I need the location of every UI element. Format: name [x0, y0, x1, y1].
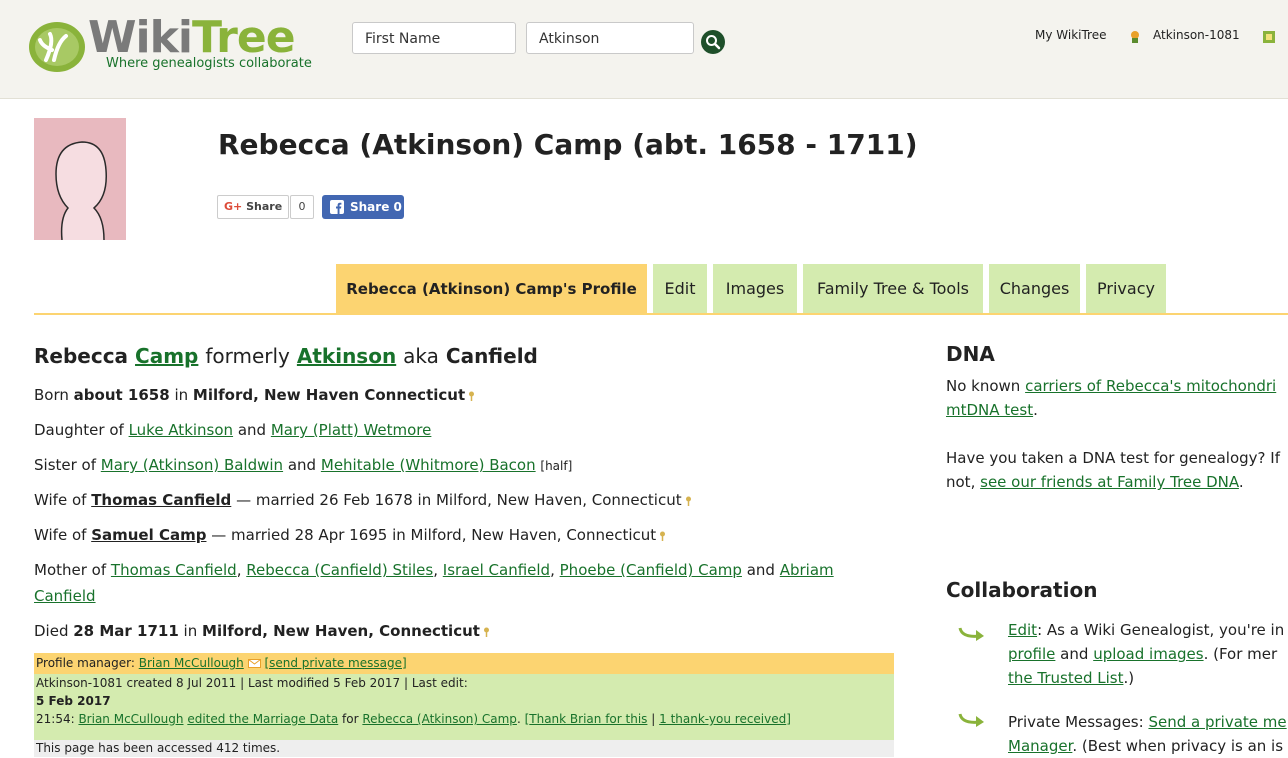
collab-edit-line-1: Edit: As a Wiki Genealogist, you're in: [1008, 621, 1285, 639]
spouse-link[interactable]: Thomas Canfield: [91, 491, 231, 509]
manager-link[interactable]: Brian McCullough: [139, 656, 244, 670]
arrow-icon: [958, 627, 984, 641]
my-wikitree-link[interactable]: My WikiTree: [1035, 28, 1107, 42]
profile-link[interactable]: Rebecca (Atkinson) Camp: [362, 712, 517, 726]
arrow-icon: [958, 713, 984, 727]
send-private-message-link[interactable]: Send a private me: [1148, 713, 1286, 731]
collab-edit-line-3: the Trusted List.): [1008, 669, 1135, 687]
child-link[interactable]: Phoebe (Canfield) Camp: [560, 561, 742, 579]
child-link[interactable]: Israel Canfield: [443, 561, 550, 579]
created-line: Atkinson-1081 created 8 Jul 2011 | Last …: [36, 676, 468, 690]
google-plus-share-button[interactable]: G+ Share: [217, 195, 290, 219]
trusted-list-link[interactable]: the Trusted List: [1008, 669, 1123, 687]
collab-pm-line-1: Private Messages: Send a private me: [1008, 713, 1287, 731]
last-edit-date: 5 Feb 2017: [36, 694, 111, 708]
dna-heading: DNA: [946, 342, 995, 366]
tab-underline: [34, 313, 1288, 315]
mother-link[interactable]: Mary (Platt) Wetmore: [271, 421, 432, 439]
children-row: Mother of Thomas Canfield, Rebecca (Canf…: [34, 561, 834, 579]
envelope-icon[interactable]: [247, 659, 261, 668]
edit-history: Atkinson-1081 created 8 Jul 2011 | Last …: [34, 674, 894, 740]
died-row: Died 28 Mar 1711 in Milford, New Haven, …: [34, 620, 490, 642]
surname-camp-link[interactable]: Camp: [135, 344, 198, 368]
spouse-row: Wife of Thomas Canfield — married 26 Feb…: [34, 489, 692, 511]
google-plus-count: 0: [290, 195, 314, 219]
tab-privacy[interactable]: Privacy: [1086, 264, 1166, 314]
page-title: Rebecca (Atkinson) Camp (abt. 1658 - 171…: [218, 128, 918, 161]
child-link[interactable]: Thomas Canfield: [111, 561, 237, 579]
profile-manager-bar: Profile manager: Brian McCullough [send …: [34, 653, 894, 674]
child-link[interactable]: Abriam: [780, 561, 834, 579]
logo-tagline: Where genealogists collaborate: [106, 56, 312, 71]
father-link[interactable]: Luke Atkinson: [129, 421, 234, 439]
access-count: This page has been accessed 412 times.: [34, 740, 894, 757]
user-id-link[interactable]: Atkinson-1081: [1153, 28, 1240, 42]
search-button[interactable]: [701, 30, 725, 54]
first-name-input[interactable]: First Name: [352, 22, 516, 54]
born-row: Born about 1658 in Milford, New Haven Co…: [34, 384, 475, 406]
dna-line-3: Have you taken a DNA test for genealogy?…: [946, 449, 1280, 467]
tree-logo-icon: [29, 22, 85, 72]
map-pin-icon[interactable]: [685, 496, 692, 506]
site-header: WikiTree Where genealogists collaborate …: [0, 0, 1288, 99]
full-name-heading: Rebecca Camp formerly Atkinson aka Canfi…: [34, 344, 538, 368]
collab-pm-line-2: Manager. (Best when privacy is an is: [1008, 737, 1284, 755]
biography-section: Rebecca Camp formerly Atkinson aka Canfi…: [34, 342, 894, 640]
child-link[interactable]: Canfield: [34, 587, 96, 605]
dna-line-4: not, see our friends at Family Tree DNA.: [946, 473, 1244, 491]
sibling-link[interactable]: Mehitable (Whitmore) Bacon: [321, 456, 536, 474]
map-pin-icon[interactable]: [659, 531, 666, 541]
edit-detail-link[interactable]: edited the Marriage Data: [187, 712, 338, 726]
child-link[interactable]: Rebecca (Canfield) Stiles: [246, 561, 433, 579]
thank-link[interactable]: [Thank Brian for this: [525, 712, 648, 726]
family-tree-dna-link[interactable]: see our friends at Family Tree DNA: [980, 473, 1239, 491]
mitochondrial-carriers-link[interactable]: carriers of Rebecca's mitochondri: [1025, 377, 1276, 395]
spouse-link[interactable]: Samuel Camp: [91, 526, 206, 544]
google-plus-icon: G+: [224, 200, 243, 213]
edit-link[interactable]: Edit: [1008, 621, 1037, 639]
spouse-row: Wife of Samuel Camp — married 28 Apr 169…: [34, 524, 666, 546]
mtdna-test-link[interactable]: mtDNA test: [946, 401, 1033, 419]
manager-link[interactable]: Manager: [1008, 737, 1072, 755]
wikitree-logo[interactable]: WikiTree Where genealogists collaborate: [28, 12, 348, 78]
profile-photo-placeholder: [34, 118, 126, 240]
sister-row: Sister of Mary (Atkinson) Baldwin and Me…: [34, 456, 573, 474]
tab-images[interactable]: Images: [713, 264, 797, 314]
map-pin-icon[interactable]: [483, 627, 490, 637]
map-pin-icon[interactable]: [468, 391, 475, 401]
collab-edit-line-2: profile and upload images. (For mer: [1008, 645, 1278, 663]
search-icon: [706, 35, 721, 50]
tab-changes[interactable]: Changes: [989, 264, 1080, 314]
facebook-share-button[interactable]: Share 0: [322, 195, 404, 219]
dna-line-1: No known carriers of Rebecca's mitochond…: [946, 377, 1277, 395]
sibling-link[interactable]: Mary (Atkinson) Baldwin: [101, 456, 283, 474]
user-menu-icon[interactable]: [1262, 30, 1276, 44]
upload-images-link[interactable]: upload images: [1093, 645, 1203, 663]
edit-profile-link[interactable]: profile: [1008, 645, 1055, 663]
tab-profile[interactable]: Rebecca (Atkinson) Camp's Profile: [336, 264, 647, 314]
last-name-input[interactable]: Atkinson: [526, 22, 694, 54]
dna-line-2: mtDNA test.: [946, 401, 1038, 419]
facebook-icon: [330, 200, 344, 214]
children-row-cont: Canfield: [34, 585, 96, 607]
editor-link[interactable]: Brian McCullough: [78, 712, 183, 726]
silhouette-icon: [55, 141, 107, 240]
my-wikitree-icon[interactable]: [1128, 30, 1142, 44]
send-private-message-link[interactable]: [send private message]: [264, 656, 406, 670]
last-edit-line: 21:54: Brian McCullough edited the Marri…: [36, 712, 791, 726]
thank-count-link[interactable]: 1 thank-you received]: [659, 712, 791, 726]
tab-edit[interactable]: Edit: [653, 264, 707, 314]
surname-atkinson-link[interactable]: Atkinson: [297, 344, 396, 368]
daughter-row: Daughter of Luke Atkinson and Mary (Plat…: [34, 421, 432, 439]
collaboration-heading: Collaboration: [946, 578, 1098, 602]
tab-family-tree-tools[interactable]: Family Tree & Tools: [803, 264, 983, 314]
